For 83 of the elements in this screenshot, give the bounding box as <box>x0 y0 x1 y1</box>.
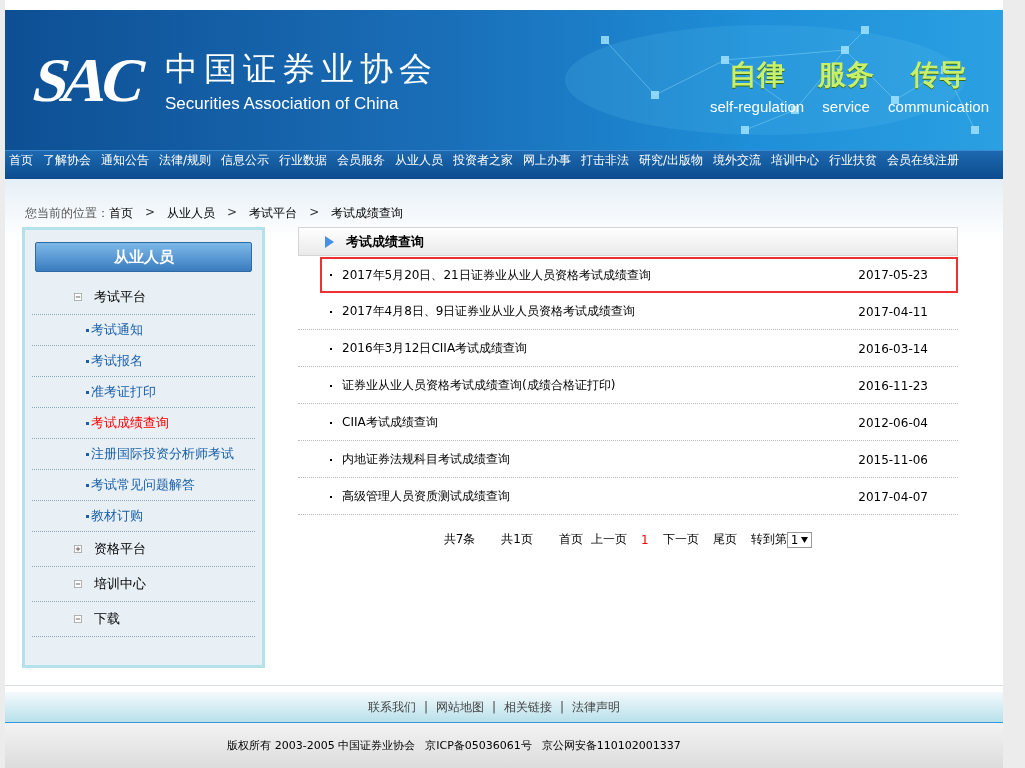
list-item[interactable]: 2016年3月12日CIIA考试成绩查询 2016-03-14 <box>298 331 958 367</box>
breadcrumb-link[interactable]: 从业人员 <box>167 205 216 219</box>
footer-link[interactable]: 相关链接 <box>504 698 552 716</box>
list-item-title[interactable]: 证券业从业人员资格考试成绩查询(成绩合格证打印) <box>342 377 616 394</box>
breadcrumb-link[interactable]: 考试成绩查询 <box>331 205 404 219</box>
plus-icon[interactable] <box>74 545 82 553</box>
list-item-title[interactable]: 2017年4月8日、9日证券业从业人员资格考试成绩查询 <box>342 303 636 320</box>
nav-link[interactable]: 首页 <box>9 153 33 167</box>
footer-link[interactable]: 联系我们 <box>367 698 416 716</box>
copyright-text: 京公网安备110102001337 <box>541 738 681 753</box>
footer-link[interactable]: 网站地图 <box>435 698 484 716</box>
nav-link[interactable]: 通知公告 <box>101 153 149 167</box>
next-page-link[interactable]: 下一页 <box>662 531 699 548</box>
total-count: 共7条 <box>443 531 476 548</box>
triangle-icon <box>325 235 334 248</box>
slogan-english: service <box>822 97 870 115</box>
org-name: 中国证券业协会 <box>165 47 439 90</box>
dropdown-arrow-icon <box>801 536 809 543</box>
footer-separator: | <box>560 700 565 714</box>
sidebar-item[interactable]: 注册国际投资分析师考试 <box>32 439 255 470</box>
nav-link[interactable]: 会员服务 <box>337 153 386 167</box>
footer-link[interactable]: 法律声明 <box>572 698 621 716</box>
breadcrumb-separator: > <box>309 205 320 219</box>
breadcrumb-link[interactable]: 考试平台 <box>249 205 298 219</box>
minus-icon[interactable] <box>74 615 82 623</box>
minus-icon[interactable] <box>74 580 82 588</box>
sidebar-item[interactable]: 准考证打印 <box>32 377 255 408</box>
list-item[interactable]: 内地证券法规科目考试成绩查询 2015-11-06 <box>298 442 958 478</box>
list-item-title[interactable]: 2016年3月12日CIIA考试成绩查询 <box>342 340 528 357</box>
nav-link[interactable]: 会员在线注册 <box>887 153 960 167</box>
first-page-link[interactable]: 首页 <box>559 531 583 548</box>
nav-link[interactable]: 投资者之家 <box>453 153 514 167</box>
nav-link[interactable]: 从业人员 <box>395 153 444 167</box>
list-item[interactable]: 2017年4月8日、9日证券业从业人员资格考试成绩查询 2017-04-11 <box>298 294 958 330</box>
nav-link[interactable]: 行业扶贫 <box>829 153 878 167</box>
sidebar-section[interactable]: 考试平台 <box>94 288 146 306</box>
copyright-text: 京ICP备05036061号 <box>425 738 532 753</box>
sidebar-title: 从业人员 <box>35 242 252 272</box>
breadcrumb-separator: > <box>227 205 238 219</box>
nav-link[interactable]: 行业数据 <box>279 153 328 167</box>
sidebar-item[interactable]: 教材订购 <box>32 501 255 532</box>
minus-icon[interactable] <box>74 293 82 301</box>
list-item-title[interactable]: 2017年5月20日、21日证券业从业人员资格考试成绩查询 <box>342 266 651 284</box>
breadcrumb-link[interactable]: 首页 <box>109 205 133 219</box>
page-select[interactable]: 1 <box>786 531 813 548</box>
sidebar-section[interactable]: 下载 <box>94 610 120 628</box>
nav-link[interactable]: 法律/规则 <box>159 153 212 167</box>
list-item[interactable]: CIIA考试成绩查询 2012-06-04 <box>298 405 958 441</box>
nav-link[interactable]: 信息公示 <box>221 153 270 167</box>
slogan-english: self-regulation <box>709 97 805 115</box>
last-page-link[interactable]: 尾页 <box>712 531 737 548</box>
nav-link[interactable]: 了解协会 <box>43 153 91 167</box>
page-count: 共1页 <box>501 531 533 548</box>
breadcrumb-label: 您当前的位置： <box>25 205 109 219</box>
nav-link[interactable]: 境外交流 <box>713 153 762 167</box>
list-item-title[interactable]: 内地证券法规科目考试成绩查询 <box>342 451 510 468</box>
sidebar-item[interactable]: 考试报名 <box>32 346 255 377</box>
nav-link[interactable]: 网上办事 <box>523 153 572 167</box>
copyright-text: 版权所有 2003-2005 中国证券业协会 <box>227 738 416 753</box>
sidebar-item[interactable]: 考试通知 <box>32 315 255 346</box>
nav-link[interactable]: 研究/出版物 <box>639 153 704 167</box>
list-item[interactable]: 证券业从业人员资格考试成绩查询(成绩合格证打印) 2016-11-23 <box>298 368 958 404</box>
nav-link[interactable]: 培训中心 <box>771 153 820 167</box>
goto-label: 转到第 <box>750 531 787 548</box>
slogan-english: communication <box>888 97 989 115</box>
highlighted-list-item[interactable]: 2017年5月20日、21日证券业从业人员资格考试成绩查询 2017-05-23 <box>320 257 958 293</box>
org-name-english: Securities Association of China <box>165 93 400 114</box>
slogan: 传导 <box>910 56 967 93</box>
nav-link[interactable]: 打击非法 <box>581 153 630 167</box>
page-number[interactable]: 1 <box>641 532 649 547</box>
slogan: 服务 <box>818 56 875 93</box>
list-item-title[interactable]: 高级管理人员资质测试成绩查询 <box>342 488 510 505</box>
breadcrumb-separator: > <box>145 205 156 219</box>
footer-separator: | <box>491 700 496 714</box>
footer-separator: | <box>423 700 428 714</box>
section-title: 考试成绩查询 <box>346 232 424 251</box>
prev-page-link[interactable]: 上一页 <box>591 531 627 548</box>
sidebar-section[interactable]: 资格平台 <box>94 540 146 558</box>
list-item-title[interactable]: CIIA考试成绩查询 <box>342 414 438 431</box>
sidebar-section[interactable]: 培训中心 <box>94 575 146 593</box>
list-item[interactable]: 高级管理人员资质测试成绩查询 2017-04-07 <box>298 479 958 515</box>
sidebar-item[interactable]: 考试常见问题解答 <box>32 470 255 501</box>
slogan: 自律 <box>729 56 785 93</box>
